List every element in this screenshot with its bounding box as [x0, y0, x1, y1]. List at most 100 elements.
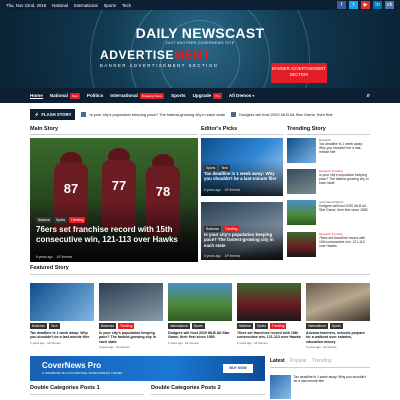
trending-thumb [287, 200, 316, 225]
featured-meta: 6 years ago · AF themes [237, 340, 268, 345]
category-tag[interactable]: Sports [53, 217, 67, 223]
nav-international[interactable]: International Breaking News [110, 93, 165, 99]
twitter-icon[interactable]: t [349, 1, 358, 9]
nav-politics[interactable]: Politics [87, 93, 103, 98]
featured-card[interactable]: Business Trending Is your city's populati… [99, 283, 163, 349]
jersey-number: 77 [111, 178, 127, 193]
post-author[interactable]: AF themes [225, 188, 240, 192]
latest-item[interactable]: Tax deadline is 1 week away: Why you sho… [270, 375, 370, 399]
flash-item[interactable]: Dodgers will host 2020 MLB All-Star Game… [231, 112, 332, 117]
featured-categories: Business Trending [99, 323, 163, 329]
buy-now-button[interactable]: BUY NOW [223, 364, 253, 373]
featured-card[interactable]: International Sports Dodgers will host 20… [168, 283, 232, 345]
promo-subtitle: A PREMIUM MULTIPURPOSE WORDPRESS THEME [42, 371, 123, 375]
trending-item[interactable]: International Sports Dodgers will host 20… [287, 200, 370, 228]
jersey-number: 87 [63, 181, 79, 196]
post-author[interactable]: AF themes [185, 341, 199, 345]
top-link-international[interactable]: International [74, 3, 98, 8]
nav-home[interactable]: Home [30, 93, 43, 99]
post-author[interactable]: AF themes [254, 341, 268, 345]
flash-thumb [231, 112, 237, 117]
featured-image [30, 283, 94, 321]
editors-pick-headline[interactable]: Tax deadline is 1 week away: Why you sho… [204, 171, 280, 182]
featured-headline[interactable]: Tax deadline is 1 week away: Why you sho… [30, 331, 94, 340]
trending-thumb [287, 169, 316, 194]
post-author[interactable]: AF themes [116, 345, 130, 349]
trending-headline[interactable]: Tax deadline is 1 week away: Why you sho… [319, 142, 370, 154]
trending-headline[interactable]: Is your city's population keeping pace? … [319, 173, 370, 185]
latest-headline[interactable]: Tax deadline is 1 week away: Why you sho… [294, 375, 370, 399]
advertisement-heading-accent: MENT [174, 48, 211, 62]
top-link-sports[interactable]: Sports [104, 3, 116, 8]
main-story-headline[interactable]: 76ers set franchise record with 15th con… [36, 225, 194, 244]
featured-card[interactable]: Business Tech Tax deadline is 1 week away… [30, 283, 94, 345]
nav-all-demos[interactable]: All Demos▾ [229, 93, 254, 98]
category-tag[interactable]: Business [99, 323, 116, 329]
trending-item[interactable]: Research Trending 76ers set franchise rec… [287, 232, 370, 260]
section-title-double-1: Double Categories Posts 1 [30, 385, 100, 391]
featured-meta: 6 years ago · AF themes [168, 340, 199, 345]
top-link-national[interactable]: National [52, 3, 68, 8]
post-author[interactable]: AF themes [225, 254, 240, 258]
flash-item-text: Dodgers will host 2020 MLB All-Star Game… [239, 112, 333, 117]
trending-item[interactable]: Research Trending Is your city's populati… [287, 169, 370, 197]
trending-headline[interactable]: 76ers set franchise record with 15th con… [319, 236, 370, 248]
category-tag[interactable]: Tech [48, 323, 60, 329]
nav-international-label: International [110, 93, 138, 98]
main-story-card[interactable]: 87 77 78 National Sports Trending 76ers … [30, 138, 198, 262]
featured-headline[interactable]: Is your city's population keeping pace? … [99, 331, 163, 344]
vk-icon[interactable]: vk [385, 1, 394, 9]
category-tag[interactable]: National [36, 217, 52, 223]
category-tag[interactable]: Trending [117, 323, 135, 329]
featured-headline[interactable]: 76ers set franchise record with 15th con… [237, 331, 301, 340]
covernews-pro-banner[interactable]: CoverNews Pro A PREMIUM MULTIPURPOSE WOR… [30, 356, 265, 381]
editors-pick-headline[interactable]: Is your city's population keeping pace? … [204, 232, 280, 248]
post-author[interactable]: AF themes [57, 255, 72, 259]
trending-item[interactable]: Research Tax deadline is 1 week away: Why… [287, 138, 370, 166]
top-link-tech[interactable]: Tech [122, 3, 131, 8]
featured-headline[interactable]: Arizona teachers, schools prepare for a … [306, 331, 370, 344]
category-tag[interactable]: Business [30, 323, 47, 329]
nav-national-label: National [49, 93, 68, 98]
facebook-icon[interactable]: f [337, 1, 346, 9]
category-tag[interactable]: International [168, 323, 190, 329]
trending-headline[interactable]: Dodgers will host 2020 MLB All-Star Game… [319, 204, 370, 212]
category-tag[interactable]: Sports [191, 323, 205, 329]
nav-national[interactable]: National New [49, 93, 80, 99]
flash-item-text: Is your city's population keeping pace? … [89, 112, 226, 117]
advertisement-heading[interactable]: ADVERTISEMENT [100, 48, 210, 62]
category-tag[interactable]: Sports [329, 323, 343, 329]
nav-sports[interactable]: Sports [171, 93, 186, 98]
site-title[interactable]: DAILY NEWSCAST [0, 25, 400, 41]
post-author[interactable]: AF themes [47, 341, 61, 345]
editors-pick-card[interactable]: Business Trending Is your city's populat… [201, 202, 283, 260]
featured-meta: 6 years ago · AF themes [99, 345, 130, 350]
advertisement-badge[interactable]: BANNER ADVERTISEMENT SECTION [271, 63, 327, 83]
category-tag[interactable]: Sports [254, 323, 268, 329]
tab-latest[interactable]: Latest [270, 358, 285, 364]
social-links: f t ▶ in vk [337, 1, 394, 9]
tab-popular[interactable]: Popular [290, 358, 307, 364]
promo-title: CoverNews Pro [42, 361, 102, 370]
category-tag[interactable]: International [306, 323, 328, 329]
featured-headline[interactable]: Dodgers will host 2020 MLB All-Star Game… [168, 331, 232, 340]
youtube-icon[interactable]: ▶ [361, 1, 370, 9]
flash-item[interactable]: Is your city's population keeping pace? … [81, 112, 225, 117]
linkedin-icon[interactable]: in [373, 1, 382, 9]
section-title-double-2: Double Categories Posts 2 [151, 385, 221, 391]
editors-pick-card[interactable]: Sports Tech Tax deadline is 1 week away:… [201, 138, 283, 196]
category-tag[interactable]: Trending [269, 323, 287, 329]
category-tag[interactable]: National [237, 323, 253, 329]
nav-upgrade[interactable]: Upgrade Pro [193, 93, 222, 99]
search-icon[interactable]: ⌕ [367, 92, 370, 100]
category-tag[interactable]: Trending [68, 217, 86, 223]
latest-thumb [270, 375, 291, 399]
divider [30, 274, 370, 275]
tab-trending[interactable]: Trending [312, 358, 332, 364]
post-author[interactable]: AF themes [323, 345, 337, 349]
flash-story-label-text: FLASH STORY [41, 112, 72, 117]
nav-national-tag: New [69, 93, 80, 99]
featured-card[interactable]: National Sports Trending 76ers set franchi… [237, 283, 301, 345]
featured-card[interactable]: International Sports Arizona teachers, sc… [306, 283, 370, 349]
divider [30, 134, 198, 135]
